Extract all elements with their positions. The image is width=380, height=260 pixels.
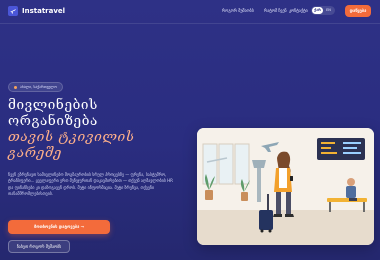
top-navigation: Instatravel როგორ მუშაობს რატომ ჩვენ კონ… xyxy=(0,0,380,24)
hero-badge-label: ახალი, საქართველო xyxy=(20,85,57,89)
hero-illustration xyxy=(197,128,374,245)
hero-title-line-4: გარეშე xyxy=(8,145,62,161)
nav-link-contact[interactable]: კონტაქტი xyxy=(289,8,308,14)
language-switcher: ქარ EN xyxy=(311,6,335,15)
lang-option-ka[interactable]: ქარ xyxy=(312,7,323,14)
start-button[interactable]: დაწყება xyxy=(345,5,371,17)
brand-logo[interactable]: Instatravel xyxy=(8,6,65,16)
traveler-illustration xyxy=(197,128,374,245)
airplane-icon xyxy=(8,6,18,16)
badge-dot-icon xyxy=(14,85,17,89)
hero-title-line-2: ორგანიზება xyxy=(8,113,98,129)
hero-title-line-1: მივლინების xyxy=(8,97,98,113)
nav-link-how-it-works[interactable]: როგორ მუშაობს xyxy=(222,8,254,14)
hero-badge: ახალი, საქართველო xyxy=(8,82,63,92)
lang-option-en[interactable]: EN xyxy=(323,7,334,14)
nav-link-why-us[interactable]: რატომ ჩვენ xyxy=(264,8,287,14)
brand-name: Instatravel xyxy=(22,7,66,15)
submit-request-button[interactable]: მოთხოვნის დატოვება → xyxy=(8,220,110,234)
see-how-it-works-button[interactable]: ნახეთ როგორ მუშაობს xyxy=(8,240,70,253)
hero-title-line-3: თავის ტკივილის xyxy=(8,129,135,145)
hero-description: ჩვენ ვზრუნავთ სამივლინებო მოგზაურობის სრ… xyxy=(8,172,173,197)
